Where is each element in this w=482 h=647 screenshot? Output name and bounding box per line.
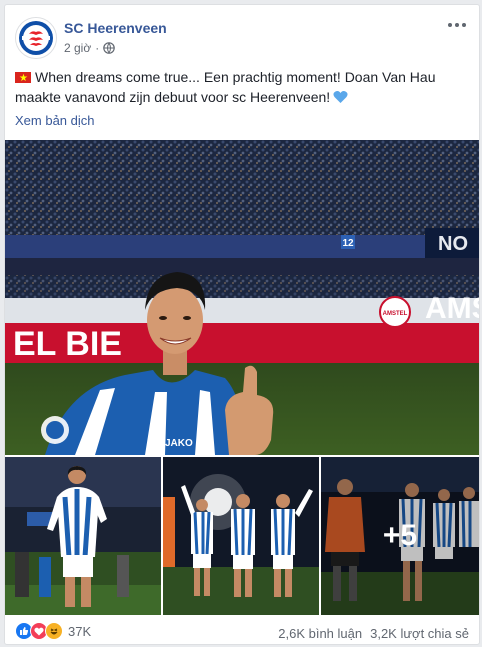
page-avatar[interactable]	[15, 17, 57, 59]
vietnam-flag-icon	[15, 69, 31, 89]
comments-count-link[interactable]: 2,6K bình luận	[278, 626, 362, 641]
more-photos-count[interactable]: +5	[321, 457, 479, 615]
shares-count-link[interactable]: 3,2K lượt chia sẻ	[370, 626, 469, 641]
celebration-image-2	[163, 457, 319, 615]
globe-icon	[103, 42, 116, 54]
photo-thumbnail-1[interactable]	[5, 457, 161, 615]
heerenveen-logo-icon	[16, 18, 56, 58]
reactions-summary[interactable]: 37K	[15, 622, 91, 640]
post-text: When dreams come true... Een prachtig mo…	[15, 67, 467, 107]
celebration-image-1	[5, 457, 161, 615]
stand-sign: NO	[438, 233, 468, 255]
more-dots-icon	[448, 23, 466, 27]
main-photo[interactable]: 12 NO EL BIE AMSTEL AMS JAKO	[5, 140, 479, 455]
see-translation-link[interactable]: Xem bản dịch	[15, 113, 95, 128]
post-message: When dreams come true... Een prachtig mo…	[15, 69, 436, 105]
more-options-button[interactable]	[445, 15, 469, 35]
amstel-logo: AMSTEL	[383, 311, 408, 317]
stand-number: 12	[342, 238, 354, 249]
page-name-link[interactable]: SC Heerenveen	[64, 20, 167, 36]
ad-board-right: AMS	[425, 292, 479, 325]
haha-reaction-icon	[45, 622, 63, 640]
reactions-count: 37K	[68, 623, 92, 639]
post-footer: 37K 2,6K bình luận 3,2K lượt chia sẻ	[5, 619, 479, 643]
blue-heart-icon	[333, 91, 348, 103]
photo-thumbnail-2[interactable]	[163, 457, 319, 615]
post-stats: 2,6K bình luận 3,2K lượt chia sẻ	[278, 626, 469, 641]
ad-board-left: EL BIE	[13, 325, 122, 363]
post-header: SC Heerenveen 2 giờ ·	[5, 5, 479, 61]
post-meta: 2 giờ ·	[64, 41, 116, 55]
sleeve-brand: JAKO	[165, 438, 193, 449]
post-card: SC Heerenveen 2 giờ · When dreams come t…	[4, 4, 480, 645]
stadium-selfie-image: 12 NO EL BIE AMSTEL AMS JAKO	[5, 140, 479, 455]
photo-thumbnail-3[interactable]: +5	[321, 457, 479, 615]
post-time[interactable]: 2 giờ	[64, 41, 91, 55]
